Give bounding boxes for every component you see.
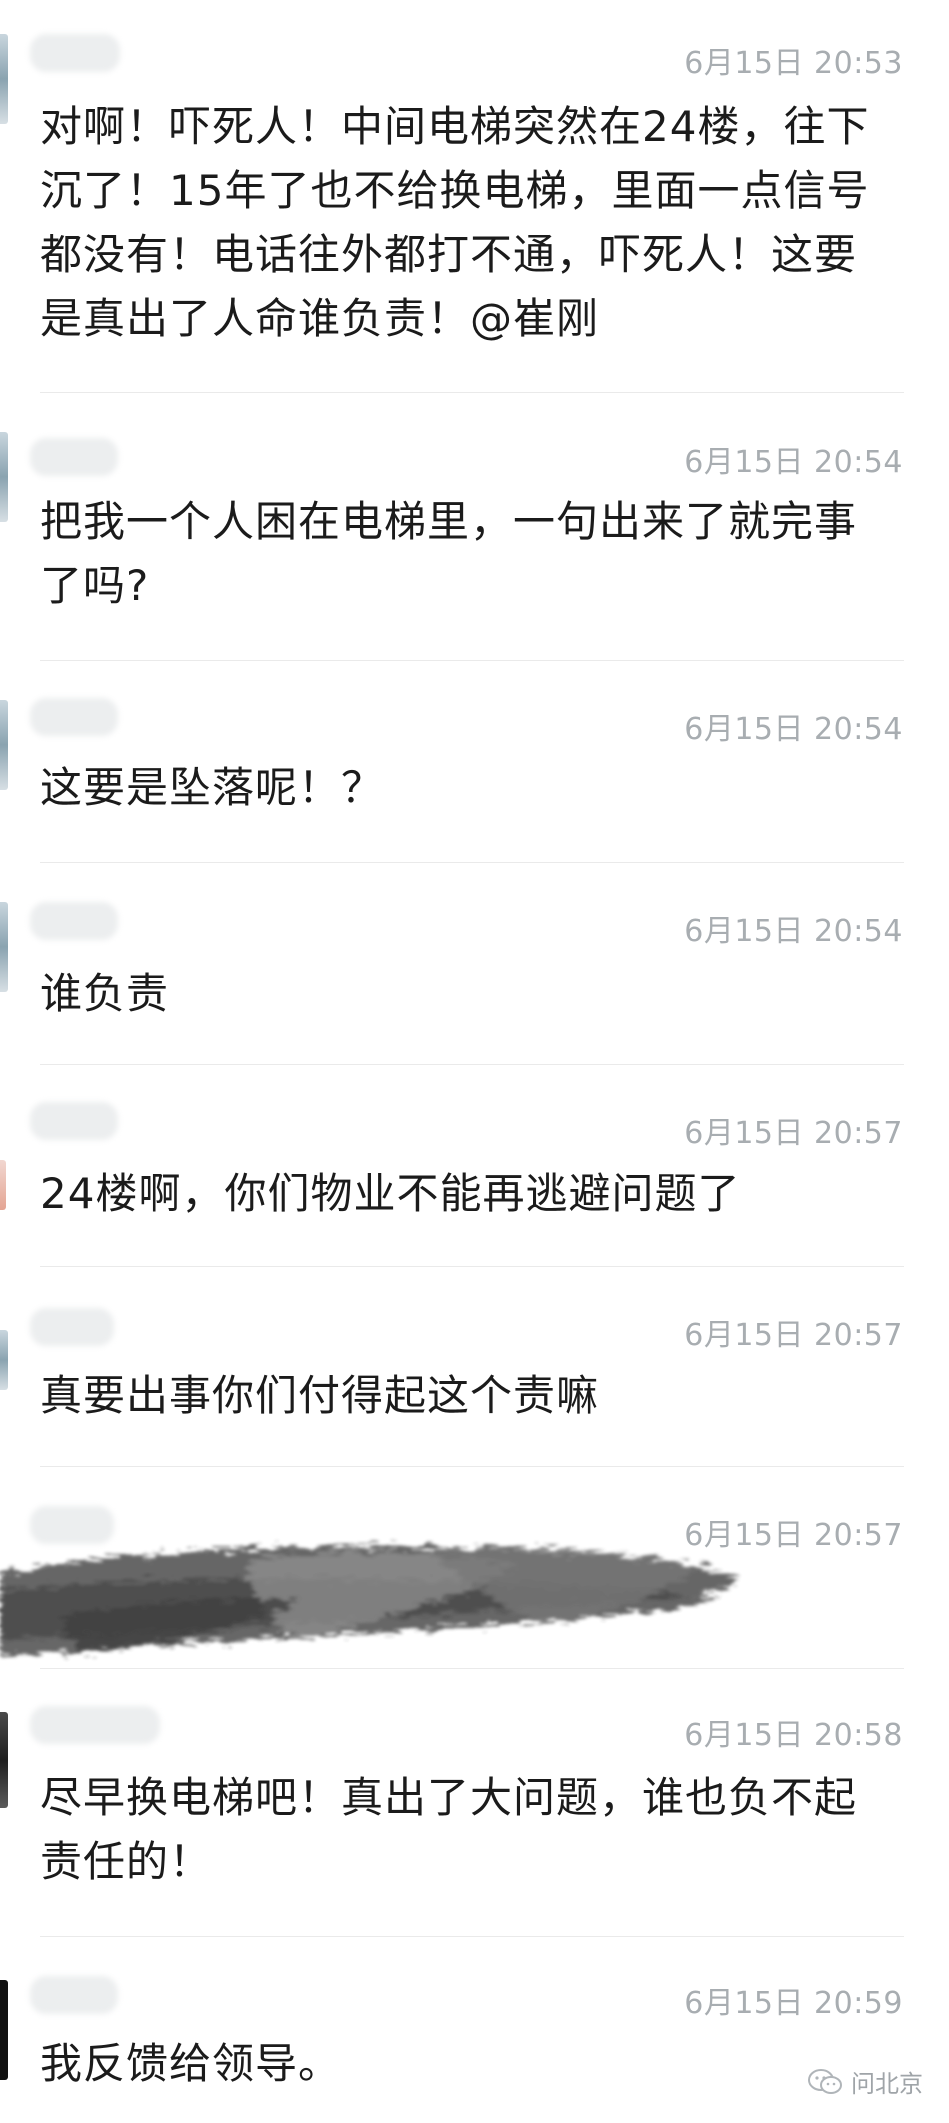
username-redacted (30, 1308, 114, 1346)
comment-time: 6月15日 20:57 (684, 1318, 903, 1353)
scribble-redaction (0, 1546, 740, 1656)
avatar[interactable] (0, 700, 8, 790)
comment-time: 6月15日 20:59 (684, 1986, 903, 2021)
divider (40, 1936, 904, 1937)
username-redacted (30, 1102, 118, 1140)
comment-text: 我反馈给领导。 (40, 2039, 342, 2088)
wechat-icon (808, 2068, 842, 2094)
avatar[interactable] (0, 34, 8, 124)
comment-text: 对啊！吓死人！中间电梯突然在24楼，往下沉了！15年了也不给换电梯，里面一点信号… (40, 102, 870, 343)
divider (40, 1064, 904, 1065)
comment-time: 6月15日 20:57 (684, 1116, 903, 1151)
comment-time: 6月15日 20:54 (684, 914, 903, 949)
username-redacted (30, 1976, 118, 2014)
watermark: 问北京 (807, 2064, 923, 2099)
comment-text: 真要出事你们付得起这个责嘛 (40, 1371, 600, 1420)
avatar[interactable] (0, 432, 8, 522)
username-redacted (30, 34, 120, 72)
comment-text: 把我一个人困在电梯里，一句出来了就完事了吗? (40, 497, 858, 610)
comment-text: 尽早换电梯吧！真出了大问题，谁也负不起责任的！ (40, 1773, 858, 1886)
avatar[interactable] (0, 1980, 8, 2080)
comment-text: 这要是坠落呢！？ (40, 763, 385, 812)
divider (40, 660, 904, 661)
comment-time: 6月15日 20:53 (684, 46, 903, 81)
comment-time: 6月15日 20:54 (684, 445, 903, 480)
divider (40, 392, 904, 393)
comment-time: 6月15日 20:54 (684, 712, 903, 747)
username-redacted (30, 902, 118, 940)
username-redacted (30, 698, 118, 736)
divider (40, 1466, 904, 1467)
comment-text: 24楼啊，你们物业不能再逃避问题了 (40, 1169, 741, 1218)
username-redacted (30, 438, 118, 476)
avatar[interactable] (0, 1160, 6, 1210)
comment-time: 6月15日 20:58 (684, 1718, 903, 1753)
avatar[interactable] (0, 1330, 8, 1390)
divider (40, 862, 904, 863)
divider (40, 1266, 904, 1267)
watermark-text: 问北京 (851, 2070, 923, 2098)
avatar[interactable] (0, 902, 8, 992)
comment-text: 谁负责 (40, 969, 170, 1018)
username-redacted (30, 1706, 160, 1744)
avatar[interactable] (0, 1712, 8, 1808)
divider (40, 1668, 904, 1669)
